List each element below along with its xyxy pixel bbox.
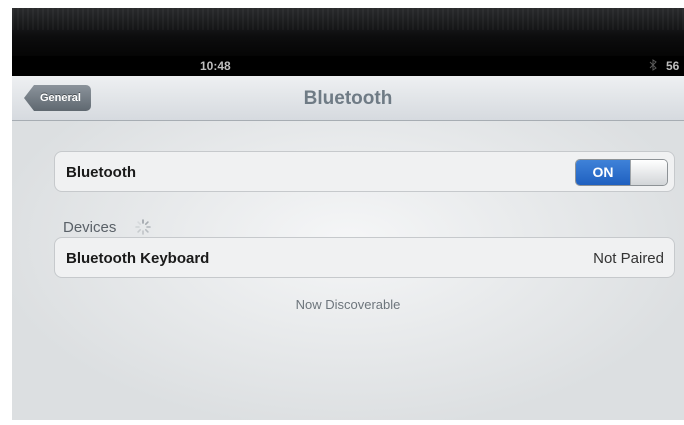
devices-section-header: Devices bbox=[63, 219, 117, 236]
settings-content: Bluetooth ON Devices Bluetooth Keyboard … bbox=[12, 121, 684, 420]
device-bezel bbox=[12, 8, 684, 56]
battery-percentage: 56 bbox=[666, 59, 680, 73]
discoverable-status: Now Discoverable bbox=[295, 297, 401, 312]
page-title: Bluetooth bbox=[303, 88, 393, 109]
status-bar: 10:48 56 bbox=[12, 56, 684, 76]
toggle-knob bbox=[630, 160, 667, 185]
device-name: Bluetooth Keyboard bbox=[66, 250, 210, 267]
bluetooth-toggle[interactable]: ON bbox=[575, 159, 668, 186]
bluetooth-label: Bluetooth bbox=[66, 164, 136, 181]
activity-spinner-icon bbox=[134, 218, 152, 236]
ipad-screen: 10:48 56 General Bluetooth Bluetooth ON … bbox=[12, 8, 684, 420]
device-row-bluetooth-keyboard[interactable]: Bluetooth Keyboard Not Paired bbox=[54, 237, 675, 278]
status-time: 10:48 bbox=[200, 59, 231, 73]
bluetooth-icon bbox=[649, 59, 657, 74]
navigation-bar: General Bluetooth bbox=[12, 76, 684, 121]
device-pairing-status: Not Paired bbox=[593, 250, 664, 267]
bluetooth-setting-row: Bluetooth ON bbox=[54, 151, 675, 192]
toggle-on-label: ON bbox=[576, 160, 630, 185]
